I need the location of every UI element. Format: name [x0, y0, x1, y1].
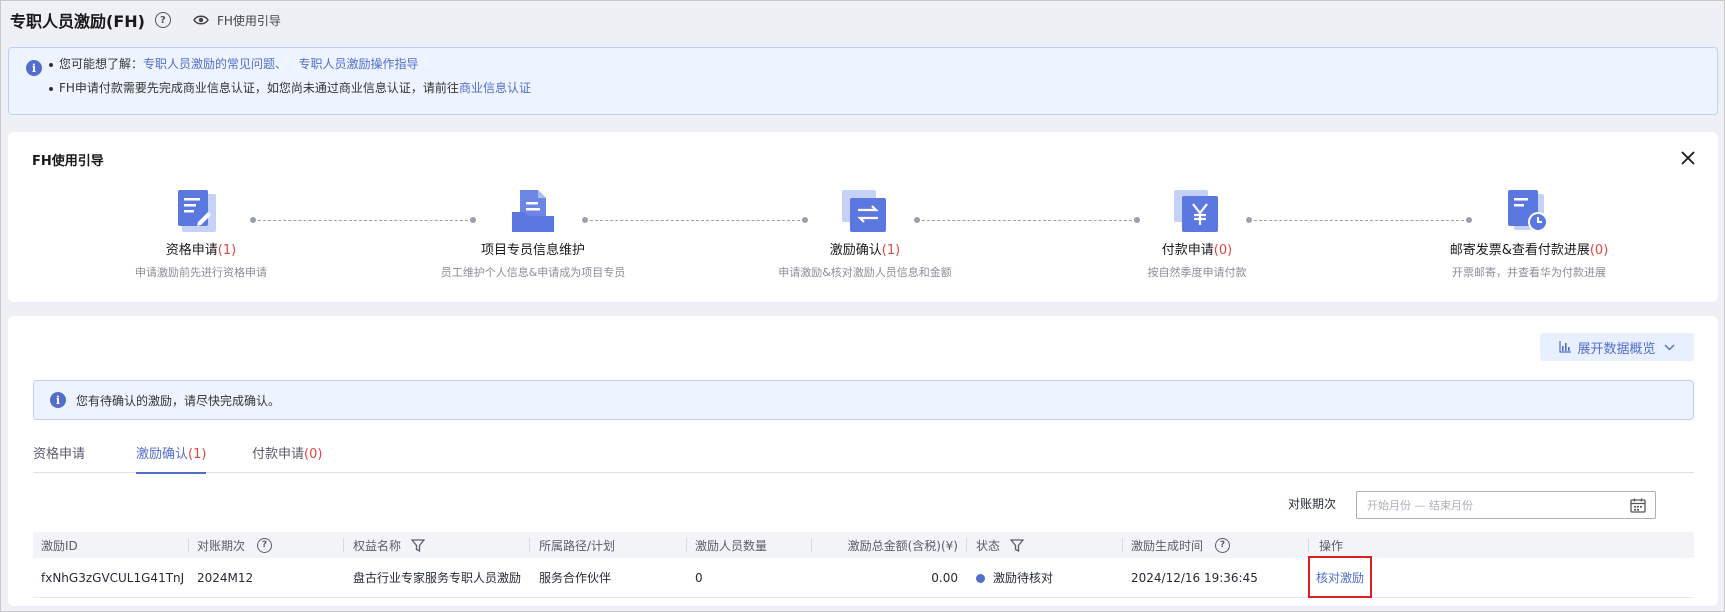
step-title: 邮寄发票&查看付款进展: [1449, 243, 1590, 258]
help-icon[interactable]: ?: [154, 12, 171, 28]
guide-step-invoice-progress[interactable]: 邮寄发票&查看付款进展(0) 开票邮寄，并查看华为付款进展: [1379, 188, 1679, 281]
certification-text: FH申请付款需要先完成商业信息认证，如您尚未通过商业信息认证，请前往: [59, 81, 459, 95]
tab-label: 激励确认: [136, 447, 189, 462]
operation-guide-link[interactable]: 专职人员激励操作指导: [298, 57, 418, 71]
usage-guide-card: FH使用引导 资格申请(1) 申请激励前先进行资格申请 项目专员信息维护 员工维…: [8, 132, 1718, 302]
help-icon[interactable]: ?: [257, 537, 273, 553]
tab-payment-request[interactable]: 付款申请(0): [252, 443, 322, 472]
step-count: (0): [1589, 243, 1609, 258]
info-line-certification: FH申请付款需要先完成商业信息认证，如您尚未通过商业信息认证，请前往商业信息认证: [49, 79, 531, 96]
tab-label: 付款申请: [252, 447, 305, 462]
step-desc: 按自然季度申请付款: [1147, 266, 1247, 279]
guide-step-qualification[interactable]: 资格申请(1) 申请激励前先进行资格申请: [51, 188, 351, 281]
col-header-benefit: 权益名称: [353, 537, 426, 554]
col-header-status-label: 状态: [976, 538, 1001, 553]
step-count: (0): [1213, 243, 1233, 258]
filter-icon[interactable]: [1010, 538, 1025, 552]
guide-step-specialist-info[interactable]: 项目专员信息维护 员工维护个人信息&申请成为项目专员: [383, 188, 683, 281]
col-header-headcount: 激励人员数量: [695, 538, 768, 553]
calendar-icon[interactable]: [1630, 498, 1646, 513]
expand-data-overview-label: 展开数据概览: [1577, 341, 1656, 357]
expand-data-overview-button[interactable]: 展开数据概览: [1540, 333, 1694, 361]
col-header-id: 激励ID: [41, 538, 78, 553]
highlight-box: 核对激励: [1308, 556, 1372, 598]
info-icon: i: [50, 392, 66, 408]
step-desc: 开票邮寄，并查看华为付款进展: [1452, 266, 1606, 279]
step-desc: 申请激励&核对激励人员信息和金额: [778, 266, 952, 279]
col-header-amount: 激励总金额(含税)(¥): [847, 538, 958, 553]
document-clock-icon: [1508, 190, 1548, 232]
tab-incentive-confirm[interactable]: 激励确认(1): [136, 443, 207, 474]
tab-count: (1): [188, 447, 207, 462]
col-header-created-label: 激励生成时间: [1131, 538, 1204, 553]
incentive-table: 激励ID 对账期次? 权益名称 所属路径/计划 激励人员数量 激励总金额(含税)…: [33, 532, 1694, 598]
tab-bar: 资格申请 激励确认(1) 付款申请(0): [33, 437, 1694, 474]
step-count: (1): [217, 243, 237, 258]
cell-created: 2024/12/16 19:36:45: [1131, 570, 1258, 585]
tab-count: (0): [304, 447, 323, 462]
table-row: fxNhG3zGVCUL1G41TnJ 2024M12 盘古行业专家服务专职人员…: [33, 556, 1694, 598]
document-folder-icon: [512, 190, 554, 232]
guide-toggle-link[interactable]: FH使用引导: [193, 12, 281, 29]
status-dot: [976, 574, 985, 583]
col-header-created: 激励生成时间?: [1131, 537, 1231, 554]
col-header-status: 状态: [976, 537, 1025, 554]
incentive-main-card: 展开数据概览 i 您有待确认的激励，请尽快完成确认。 资格申请 激励确认(1) …: [8, 316, 1718, 606]
tab-qualification[interactable]: 资格申请: [33, 443, 85, 472]
col-header-path: 所属路径/计划: [539, 538, 616, 553]
yen-icon: [1174, 190, 1218, 232]
month-range-picker[interactable]: 开始月份 — 结束月份: [1356, 491, 1656, 519]
cell-amount: 0.00: [931, 570, 958, 585]
guide-step-payment-request[interactable]: 付款申请(0) 按自然季度申请付款: [1047, 188, 1347, 281]
cell-status: 激励待核对: [976, 569, 1053, 586]
guide-step-incentive-confirm[interactable]: 激励确认(1) 申请激励&核对激励人员信息和金额: [715, 188, 1015, 281]
col-header-period-label: 对账期次: [197, 538, 246, 553]
verify-incentive-link[interactable]: 核对激励: [1316, 569, 1364, 586]
step-desc: 员工维护个人信息&申请成为项目专员: [440, 266, 626, 279]
guide-title: FH使用引导: [32, 154, 104, 169]
tab-label: 资格申请: [33, 447, 86, 462]
page-title: 专职人员激励(FH): [10, 12, 145, 31]
col-header-period: 对账期次?: [197, 537, 273, 554]
info-icon: i: [26, 60, 42, 76]
cell-benefit: 盘古行业专家服务专职人员激励: [353, 571, 522, 585]
pending-confirm-notice: i 您有待确认的激励，请尽快完成确认。: [33, 380, 1694, 420]
close-icon[interactable]: [1680, 150, 1696, 166]
faq-link[interactable]: 专职人员激励的常见问题、: [143, 57, 287, 71]
step-title: 资格申请: [165, 243, 218, 258]
chevron-down-icon: [1664, 344, 1674, 350]
step-desc: 申请激励前先进行资格申请: [135, 266, 267, 279]
cell-path: 服务合作伙伴: [539, 571, 612, 585]
document-edit-icon: [178, 190, 216, 232]
month-range-placeholder: 开始月份 — 结束月份: [1367, 499, 1473, 512]
info-line-faq: 您可能想了解：专职人员激励的常见问题、 专职人员激励操作指导: [49, 55, 419, 72]
notice-text: 您有待确认的激励，请尽快完成确认。: [76, 393, 281, 408]
col-header-action: 操作: [1319, 538, 1344, 553]
status-label: 激励待核对: [993, 571, 1054, 585]
help-icon[interactable]: ?: [1215, 537, 1231, 553]
step-count: (1): [881, 243, 901, 258]
step-title: 激励确认: [829, 243, 882, 258]
period-filter-label: 对账期次: [1288, 497, 1337, 511]
filter-icon[interactable]: [411, 538, 426, 552]
swap-arrows-icon: [842, 190, 886, 232]
cell-headcount: 0: [695, 570, 703, 585]
step-title: 付款申请: [1161, 243, 1214, 258]
info-prefix: 您可能想了解：: [59, 57, 144, 71]
cell-period: 2024M12: [197, 570, 254, 585]
info-banner: i 您可能想了解：专职人员激励的常见问题、 专职人员激励操作指导 FH申请付款需…: [8, 47, 1718, 115]
bar-chart-icon: [1559, 341, 1572, 353]
page-header: 专职人员激励(FH) ? FH使用引导: [10, 8, 281, 32]
table-header: 激励ID 对账期次? 权益名称 所属路径/计划 激励人员数量 激励总金额(含税)…: [33, 532, 1694, 558]
guide-toggle-label: FH使用引导: [216, 13, 281, 28]
step-title: 项目专员信息维护: [480, 243, 585, 258]
incentive-id-link[interactable]: fxNhG3zGVCUL1G41TnJ: [41, 571, 184, 585]
eye-icon: [193, 15, 209, 25]
business-certification-link[interactable]: 商业信息认证: [459, 81, 531, 95]
col-header-benefit-label: 权益名称: [353, 538, 402, 553]
